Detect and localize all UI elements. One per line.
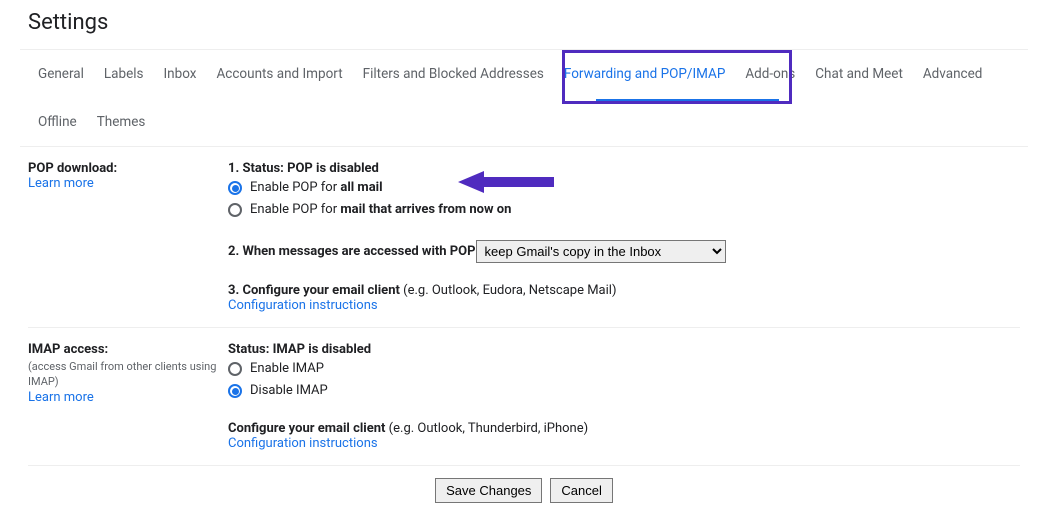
pop-enable-all-radio[interactable] — [228, 181, 242, 195]
pop-enable-now-label: Enable POP for mail that arrives from no… — [250, 200, 511, 220]
imap-enable-radio[interactable] — [228, 362, 242, 376]
active-tab-underline — [596, 99, 779, 101]
pop-enable-all-label: Enable POP for all mail — [250, 178, 383, 198]
page-title: Settings — [20, 0, 1028, 49]
imap-status-prefix: Status: — [228, 342, 273, 357]
pop-status-prefix: 1. Status: — [228, 161, 287, 176]
save-changes-button[interactable]: Save Changes — [435, 478, 542, 503]
tab-advanced[interactable]: Advanced — [913, 50, 993, 98]
pop-status-line: 1. Status: POP is disabled — [228, 161, 1020, 176]
pop-when-accessed-label: 2. When messages are accessed with POP — [228, 242, 476, 262]
imap-disable-label: Disable IMAP — [250, 381, 328, 401]
pop-config-instructions-link[interactable]: Configuration instructions — [228, 298, 378, 313]
pop-configure-line: 3. Configure your email client (e.g. Out… — [228, 283, 1020, 298]
pop-enable-now-radio[interactable] — [228, 203, 242, 217]
pop-action-select[interactable]: keep Gmail's copy in the Inbox — [476, 240, 726, 263]
imap-configure-line: Configure your email client (e.g. Outloo… — [228, 421, 1020, 436]
imap-configure-title: Configure your email client — [228, 421, 389, 436]
imap-disable-radio[interactable] — [228, 384, 242, 398]
imap-learn-more-link[interactable]: Learn more — [28, 390, 94, 405]
imap-section-title: IMAP access: — [28, 342, 228, 357]
tab-forwarding[interactable]: Forwarding and POP/IMAP — [554, 50, 735, 98]
imap-config-instructions-link[interactable]: Configuration instructions — [228, 436, 378, 451]
pop-learn-more-link[interactable]: Learn more — [28, 176, 94, 191]
tab-general[interactable]: General — [28, 50, 94, 98]
pop-configure-title: 3. Configure your email client — [228, 283, 403, 298]
imap-access-section: IMAP access: (access Gmail from other cl… — [28, 328, 1020, 466]
tab-filters[interactable]: Filters and Blocked Addresses — [353, 50, 554, 98]
pop-enable-now-bold: mail that arrives from now on — [340, 202, 511, 217]
pop-enable-now-prefix: Enable POP for — [250, 202, 340, 217]
tab-addons[interactable]: Add-ons — [735, 50, 805, 98]
pop-enable-all-prefix: Enable POP for — [250, 180, 340, 195]
tab-accounts[interactable]: Accounts and Import — [206, 50, 352, 98]
pop-download-section: POP download: Learn more 1. Status: POP … — [28, 147, 1020, 328]
pop-section-title: POP download: — [28, 161, 228, 176]
imap-enable-label: Enable IMAP — [250, 359, 324, 379]
pop-status-value: POP is disabled — [287, 161, 379, 176]
tab-themes[interactable]: Themes — [87, 98, 156, 146]
button-row: Save Changes Cancel — [28, 466, 1020, 515]
tab-chat[interactable]: Chat and Meet — [805, 50, 913, 98]
cancel-button[interactable]: Cancel — [550, 478, 612, 503]
tab-labels[interactable]: Labels — [94, 50, 154, 98]
pop-enable-all-bold: all mail — [340, 180, 382, 195]
tab-inbox[interactable]: Inbox — [154, 50, 207, 98]
imap-status-line: Status: IMAP is disabled — [228, 342, 1020, 357]
tabs-bar: General Labels Inbox Accounts and Import… — [20, 49, 1028, 147]
pop-configure-examples: (e.g. Outlook, Eudora, Netscape Mail) — [403, 283, 616, 298]
imap-section-subtitle: (access Gmail from other clients using I… — [28, 359, 228, 390]
imap-status-value: IMAP is disabled — [273, 342, 371, 357]
tab-offline[interactable]: Offline — [28, 98, 87, 146]
imap-configure-examples: (e.g. Outlook, Thunderbird, iPhone) — [389, 421, 588, 436]
